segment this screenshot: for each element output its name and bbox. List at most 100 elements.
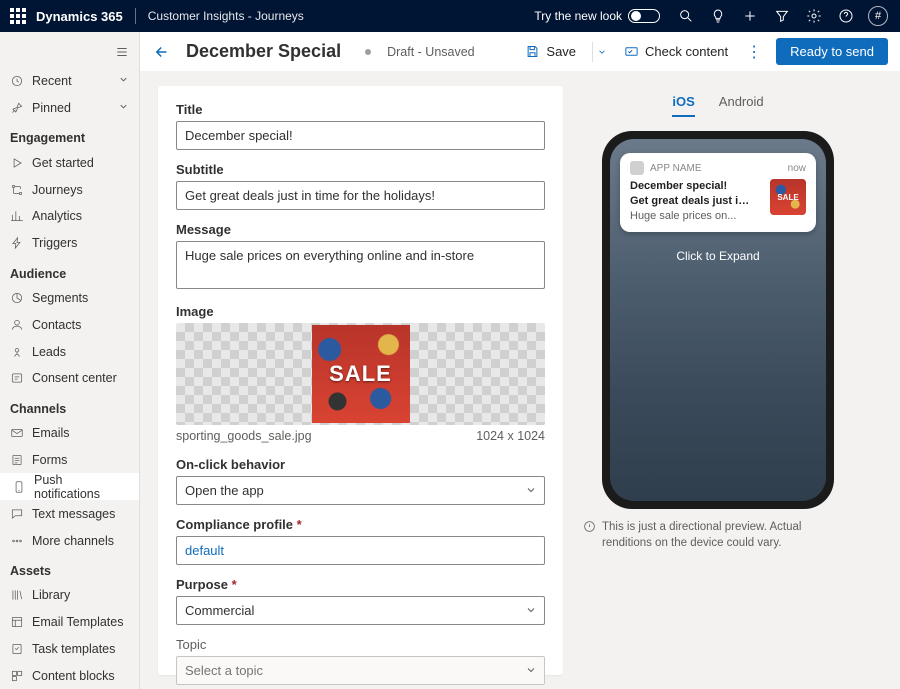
click-to-expand[interactable]: Click to Expand: [610, 249, 826, 263]
sidebar-item-email-templates[interactable]: Email Templates: [0, 609, 139, 636]
title-input[interactable]: [176, 121, 545, 150]
nav-label: Forms: [32, 453, 67, 467]
more-commands-icon[interactable]: ⋮: [742, 42, 766, 62]
segments-icon: [10, 291, 24, 305]
app-name: Customer Insights - Journeys: [148, 9, 304, 23]
sidebar-item-pinned[interactable]: Pinned: [0, 95, 139, 122]
ready-to-send-button[interactable]: Ready to send: [776, 38, 888, 65]
onclick-label: On-click behavior: [176, 457, 545, 472]
status-text: Draft - Unsaved: [387, 45, 475, 59]
preview-pane: iOS Android APP NAMEnow December special…: [583, 86, 853, 675]
sidebar-item-journeys[interactable]: Journeys: [0, 176, 139, 203]
message-label: Message: [176, 222, 545, 237]
sidebar-item-leads[interactable]: Leads: [0, 338, 139, 365]
sidebar-item-contacts[interactable]: Contacts: [0, 311, 139, 338]
subtitle-input[interactable]: [176, 181, 545, 210]
trigger-icon: [10, 236, 24, 250]
mail-icon: [10, 426, 24, 440]
sidebar-collapse-icon[interactable]: [0, 36, 139, 68]
section-channels: Channels: [0, 392, 139, 420]
play-icon: [10, 156, 24, 170]
settings-icon[interactable]: [798, 0, 830, 32]
sidebar-item-forms[interactable]: Forms: [0, 447, 139, 474]
sale-image: SALE: [312, 325, 410, 423]
filter-icon[interactable]: [766, 0, 798, 32]
phone-screen[interactable]: APP NAMEnow December special! Get great …: [610, 139, 826, 501]
sidebar-item-triggers[interactable]: Triggers: [0, 230, 139, 257]
sidebar: Recent Pinned Engagement Get started Jou…: [0, 32, 140, 689]
topic-label: Topic: [176, 637, 545, 652]
sidebar-item-emails[interactable]: Emails: [0, 420, 139, 447]
back-button[interactable]: [148, 38, 176, 66]
image-dimensions: 1024 x 1024: [476, 429, 545, 443]
lightbulb-icon[interactable]: [702, 0, 734, 32]
onclick-select[interactable]: [176, 476, 545, 505]
compliance-label: Compliance profile: [176, 517, 545, 532]
save-split-chevron[interactable]: [592, 42, 610, 62]
phone-icon: [12, 480, 26, 494]
nav-label: Contacts: [32, 318, 81, 332]
image-preview[interactable]: SALE: [176, 323, 545, 425]
account-avatar[interactable]: #: [868, 6, 888, 26]
pin-icon: [10, 101, 24, 115]
sidebar-item-text-messages[interactable]: Text messages: [0, 500, 139, 527]
sidebar-item-recent[interactable]: Recent: [0, 68, 139, 95]
nav-label: Push notifications: [34, 473, 129, 501]
nav-label: Triggers: [32, 236, 77, 250]
command-bar: December Special Draft - Unsaved Save Ch…: [140, 32, 900, 72]
nav-label: Get started: [32, 156, 94, 170]
nav-label: Journeys: [32, 183, 83, 197]
template-icon: [10, 615, 24, 629]
section-engagement: Engagement: [0, 121, 139, 149]
sidebar-item-task-templates[interactable]: Task templates: [0, 636, 139, 663]
app-icon-placeholder: [630, 161, 644, 175]
try-new-look-toggle[interactable]: [628, 9, 660, 23]
chevron-down-icon: [118, 101, 129, 115]
check-content-button[interactable]: Check content: [620, 40, 732, 63]
sidebar-item-more-channels[interactable]: More channels: [0, 527, 139, 554]
blocks-icon: [10, 669, 24, 683]
sidebar-item-consent-center[interactable]: Consent center: [0, 365, 139, 392]
preview-tabs: iOS Android: [672, 94, 763, 117]
clock-icon: [10, 74, 24, 88]
more-channels-icon: [10, 534, 24, 548]
phone-frame: APP NAMEnow December special! Get great …: [602, 131, 834, 509]
tab-android[interactable]: Android: [719, 94, 764, 117]
consent-icon: [10, 371, 24, 385]
brand-name: Dynamics 365: [36, 9, 123, 24]
editor-card: Title Subtitle Message Huge sale prices …: [158, 86, 563, 675]
sidebar-item-library[interactable]: Library: [0, 582, 139, 609]
sidebar-item-segments[interactable]: Segments: [0, 285, 139, 312]
nav-label: More channels: [32, 534, 114, 548]
status-dot: [365, 49, 371, 55]
notif-time: now: [788, 163, 806, 174]
nav-label: Task templates: [32, 642, 115, 656]
journey-icon: [10, 183, 24, 197]
app-launcher-icon[interactable]: [10, 8, 26, 24]
nav-label: Text messages: [32, 507, 115, 521]
nav-label: Email Templates: [32, 615, 123, 629]
sidebar-item-get-started[interactable]: Get started: [0, 149, 139, 176]
search-icon[interactable]: [670, 0, 702, 32]
sidebar-item-content-blocks[interactable]: Content blocks: [0, 662, 139, 689]
compliance-input[interactable]: [176, 536, 545, 565]
chat-icon: [10, 507, 24, 521]
purpose-select[interactable]: [176, 596, 545, 625]
nav-label: Content blocks: [32, 669, 115, 683]
help-icon[interactable]: [830, 0, 862, 32]
tab-ios[interactable]: iOS: [672, 94, 694, 117]
sidebar-item-push-notifications[interactable]: Push notifications: [0, 473, 139, 500]
save-button[interactable]: Save: [521, 40, 580, 63]
check-label: Check content: [645, 44, 728, 59]
section-assets: Assets: [0, 554, 139, 582]
forms-icon: [10, 453, 24, 467]
nav-label: Consent center: [32, 371, 117, 385]
library-icon: [10, 588, 24, 602]
add-icon[interactable]: [734, 0, 766, 32]
message-input[interactable]: Huge sale prices on everything online an…: [176, 241, 545, 289]
divider: [135, 8, 136, 24]
section-audience: Audience: [0, 257, 139, 285]
nav-label: Leads: [32, 345, 66, 359]
nav-label: Recent: [32, 74, 72, 88]
sidebar-item-analytics[interactable]: Analytics: [0, 203, 139, 230]
